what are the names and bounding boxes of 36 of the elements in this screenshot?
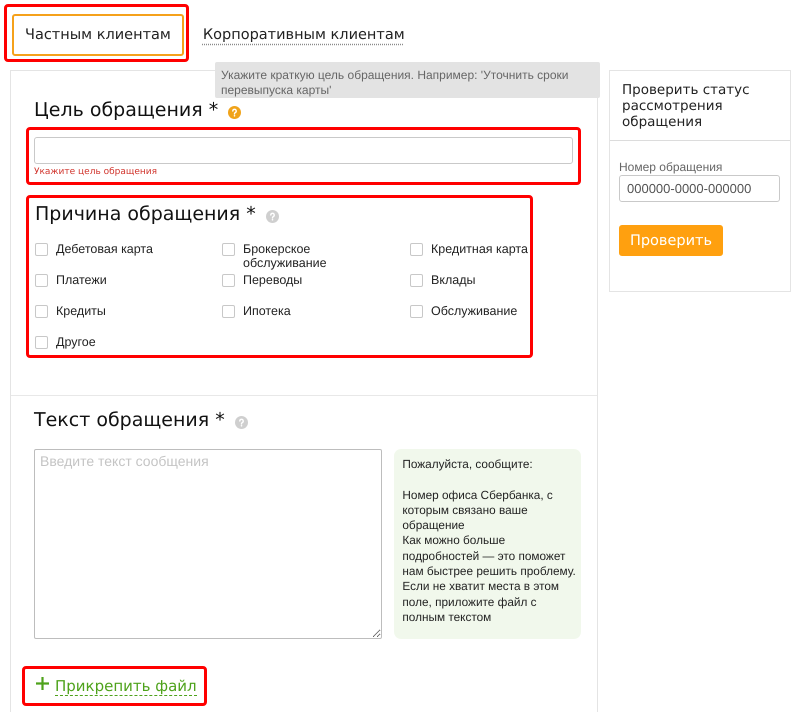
checkbox[interactable] — [410, 274, 423, 287]
checkbox-label[interactable]: Ипотека — [243, 304, 291, 318]
checkbox[interactable] — [35, 305, 48, 318]
tooltip: Укажите краткую цель обращения. Например: 'Уточнить сроки перевыпуска карты' — [215, 62, 600, 98]
checkbox-label[interactable]: Обслуживание — [431, 304, 518, 318]
panel-title: Проверить статус рассмотрения обращения — [610, 71, 790, 141]
checkbox-label[interactable]: Переводы — [243, 273, 302, 287]
checkbox[interactable] — [222, 243, 235, 256]
checkbox-label[interactable]: Вклады — [431, 273, 476, 287]
plus-icon[interactable] — [36, 677, 49, 690]
field-label: Номер обращения — [619, 160, 724, 174]
checkbox[interactable] — [410, 243, 423, 256]
checkbox-label[interactable]: Другое — [56, 335, 96, 349]
input-field[interactable]: 000000-0000-000000 — [619, 175, 780, 202]
section-title: Цель обращения * — [34, 98, 218, 122]
help-icon[interactable] — [228, 106, 242, 119]
checkbox[interactable] — [35, 243, 48, 256]
checkbox[interactable] — [410, 305, 423, 318]
checkbox-label[interactable]: Платежи — [56, 273, 107, 287]
checkbox-label[interactable]: Дебетовая карта — [56, 242, 153, 256]
checkbox[interactable] — [35, 274, 48, 287]
section-title: Текст обращения * — [34, 408, 225, 432]
error-text: Укажите цель обращения — [34, 166, 158, 178]
checkbox[interactable] — [35, 336, 48, 349]
checkbox-label[interactable]: Брокерское обслуживание — [243, 242, 378, 270]
message-textarea[interactable]: Введите текст сообщения — [34, 449, 382, 639]
section-title: Причина обращения * — [35, 202, 256, 226]
hint-text: Пожалуйста, сообщите: Номер офиса Сбербанка, с которым связано ваше обращение Как можно больше подробностей — это поможет нам быстрее решить проблему. Если не хватит места в этом поле, приложите файл с полным текстом — [394, 449, 581, 639]
checkbox[interactable] — [222, 305, 235, 318]
help-icon[interactable] — [266, 210, 279, 223]
checkbox-label[interactable]: Кредитная карта — [431, 242, 528, 256]
checkbox-label[interactable]: Кредиты — [56, 304, 106, 318]
help-icon[interactable] — [234, 416, 248, 429]
checkbox[interactable] — [222, 274, 235, 287]
tab[interactable]: Частным клиентам — [12, 14, 184, 56]
input-field[interactable] — [34, 137, 573, 164]
